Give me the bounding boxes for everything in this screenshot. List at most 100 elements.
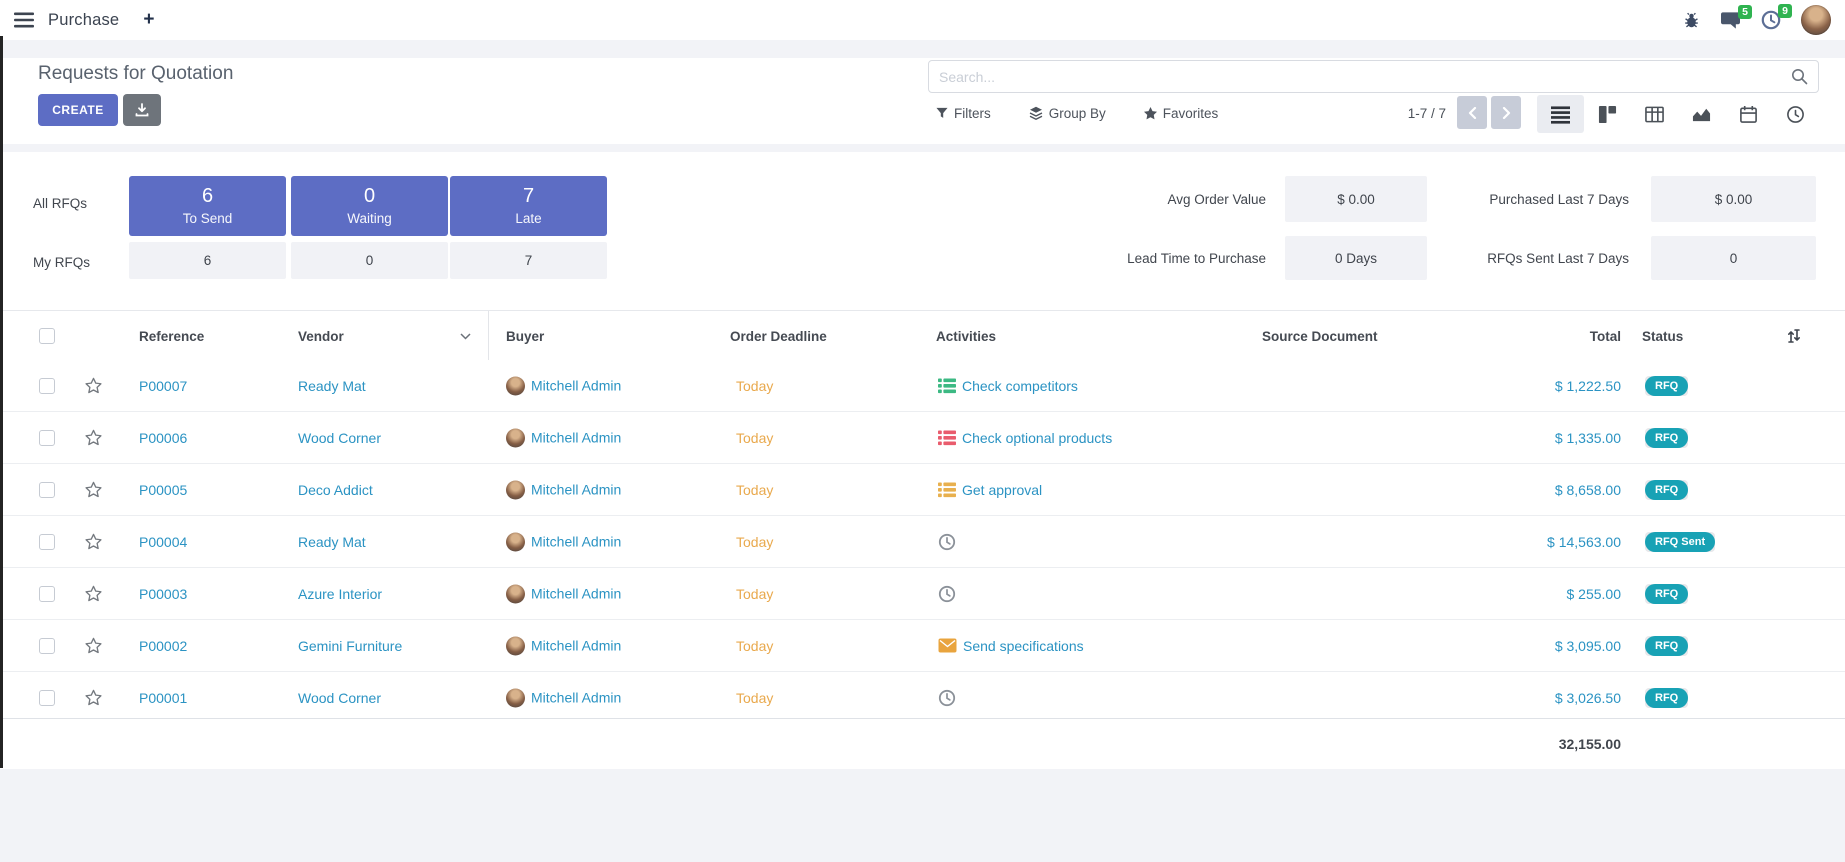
- list-view-button[interactable]: [1537, 95, 1584, 133]
- calendar-view-button[interactable]: [1725, 95, 1772, 133]
- reference-link[interactable]: P00005: [139, 482, 187, 498]
- create-button[interactable]: CREATE: [38, 94, 118, 126]
- vendor-link[interactable]: Ready Mat: [298, 378, 366, 394]
- buyer-name-link[interactable]: Mitchell Admin: [531, 586, 621, 602]
- new-tab-plus-icon[interactable]: +: [143, 9, 154, 31]
- favorite-star-icon[interactable]: [84, 428, 103, 447]
- vendor-link[interactable]: Deco Addict: [298, 482, 373, 498]
- favorite-star-icon[interactable]: [84, 532, 103, 551]
- row-checkbox[interactable]: [39, 534, 55, 550]
- buyer-avatar: [506, 480, 525, 499]
- envelope-activity-icon[interactable]: [938, 638, 957, 653]
- vendor-link[interactable]: Ready Mat: [298, 534, 366, 550]
- page-gap-strip: [0, 40, 1845, 58]
- hamburger-menu-icon[interactable]: [14, 12, 34, 28]
- vendor-link[interactable]: Gemini Furniture: [298, 638, 402, 654]
- export-button[interactable]: [123, 94, 161, 126]
- app-title[interactable]: Purchase: [48, 11, 119, 30]
- buyer-name-link[interactable]: Mitchell Admin: [531, 690, 621, 706]
- tile-late[interactable]: 7 Late: [450, 176, 607, 236]
- clock-activity-icon[interactable]: [938, 533, 956, 551]
- column-total[interactable]: Total: [1590, 311, 1621, 361]
- table-row[interactable]: P00006 Wood Corner Mitchell Admin Today …: [0, 412, 1845, 464]
- column-reference[interactable]: Reference: [139, 311, 204, 361]
- reference-link[interactable]: P00004: [139, 534, 187, 550]
- favorite-star-icon[interactable]: [84, 584, 103, 603]
- reference-link[interactable]: P00003: [139, 586, 187, 602]
- user-avatar[interactable]: [1801, 5, 1831, 35]
- buyer-name-link[interactable]: Mitchell Admin: [531, 482, 621, 498]
- table-row[interactable]: P00004 Ready Mat Mitchell Admin Today $ …: [0, 516, 1845, 568]
- tasks-activity-icon[interactable]: [938, 481, 956, 499]
- search-input[interactable]: [929, 69, 1791, 85]
- select-all-checkbox[interactable]: [39, 328, 55, 344]
- buyer-name-link[interactable]: Mitchell Admin: [531, 638, 621, 654]
- buyer-name-link[interactable]: Mitchell Admin: [531, 378, 621, 394]
- tasks-activity-icon[interactable]: [938, 429, 956, 447]
- group-by-button[interactable]: Group By: [1029, 106, 1106, 121]
- messages-icon[interactable]: 5: [1720, 11, 1741, 30]
- reference-link[interactable]: P00002: [139, 638, 187, 654]
- favorites-button[interactable]: Favorites: [1144, 106, 1219, 121]
- vendor-link[interactable]: Wood Corner: [298, 430, 381, 446]
- my-late-cell[interactable]: 7: [450, 242, 607, 279]
- vendor-link[interactable]: Wood Corner: [298, 690, 381, 706]
- table-row[interactable]: P00001 Wood Corner Mitchell Admin Today …: [0, 672, 1845, 724]
- filters-button[interactable]: Filters: [936, 106, 991, 121]
- reference-link[interactable]: P00006: [139, 430, 187, 446]
- row-checkbox[interactable]: [39, 638, 55, 654]
- row-checkbox[interactable]: [39, 586, 55, 602]
- order-deadline-value: Today: [736, 586, 773, 602]
- column-vendor[interactable]: Vendor: [298, 311, 344, 361]
- favorite-star-icon[interactable]: [84, 376, 103, 395]
- buyer-name-link[interactable]: Mitchell Admin: [531, 534, 621, 550]
- clock-activity-icon[interactable]: [938, 689, 956, 707]
- status-badge: RFQ: [1645, 376, 1688, 396]
- tile-waiting[interactable]: 0 Waiting: [291, 176, 448, 236]
- table-row[interactable]: P00005 Deco Addict Mitchell Admin Today …: [0, 464, 1845, 516]
- my-to-send-cell[interactable]: 6: [129, 242, 286, 279]
- favorite-star-icon[interactable]: [84, 636, 103, 655]
- toggle-columns-icon[interactable]: [1786, 311, 1802, 361]
- row-checkbox[interactable]: [39, 378, 55, 394]
- column-order-deadline[interactable]: Order Deadline: [730, 311, 827, 361]
- activity-label-link[interactable]: Get approval: [962, 482, 1042, 498]
- clock-activity-icon[interactable]: [938, 585, 956, 603]
- my-waiting-cell[interactable]: 0: [291, 242, 448, 279]
- debug-bug-icon[interactable]: [1683, 12, 1700, 29]
- pager-next-button[interactable]: [1491, 96, 1521, 129]
- rfqs-sent-7-days-label: RFQs Sent Last 7 Days: [1400, 236, 1629, 280]
- reference-link[interactable]: P00001: [139, 690, 187, 706]
- column-status[interactable]: Status: [1642, 311, 1683, 361]
- row-checkbox[interactable]: [39, 690, 55, 706]
- kanban-view-button[interactable]: [1584, 95, 1631, 133]
- graph-view-button[interactable]: [1678, 95, 1725, 133]
- sort-chevron-icon[interactable]: [460, 311, 471, 361]
- column-activities[interactable]: Activities: [936, 311, 996, 361]
- activity-label-link[interactable]: Check optional products: [962, 430, 1112, 446]
- tasks-activity-icon[interactable]: [938, 377, 956, 395]
- column-buyer[interactable]: Buyer: [506, 311, 544, 361]
- column-divider[interactable]: [488, 311, 489, 361]
- table-row[interactable]: P00003 Azure Interior Mitchell Admin Tod…: [0, 568, 1845, 620]
- total-value: $ 14,563.00: [1547, 534, 1621, 550]
- activity-view-button[interactable]: [1772, 95, 1819, 133]
- pager-previous-button[interactable]: [1457, 96, 1487, 129]
- row-checkbox[interactable]: [39, 430, 55, 446]
- row-checkbox[interactable]: [39, 482, 55, 498]
- pivot-view-button[interactable]: [1631, 95, 1678, 133]
- favorite-star-icon[interactable]: [84, 688, 103, 707]
- table-row[interactable]: P00002 Gemini Furniture Mitchell Admin T…: [0, 620, 1845, 672]
- activities-clock-icon[interactable]: 9: [1761, 10, 1781, 30]
- buyer-name-link[interactable]: Mitchell Admin: [531, 430, 621, 446]
- table-row[interactable]: P00007 Ready Mat Mitchell Admin Today Ch…: [0, 360, 1845, 412]
- favorite-star-icon[interactable]: [84, 480, 103, 499]
- activity-label-link[interactable]: Send specifications: [963, 638, 1084, 654]
- reference-link[interactable]: P00007: [139, 378, 187, 394]
- vendor-link[interactable]: Azure Interior: [298, 586, 382, 602]
- column-source-document[interactable]: Source Document: [1262, 311, 1378, 361]
- tile-to-send[interactable]: 6 To Send: [129, 176, 286, 236]
- search-icon[interactable]: [1791, 68, 1818, 85]
- activity-label-link[interactable]: Check competitors: [962, 378, 1078, 394]
- status-badge: RFQ: [1645, 688, 1688, 708]
